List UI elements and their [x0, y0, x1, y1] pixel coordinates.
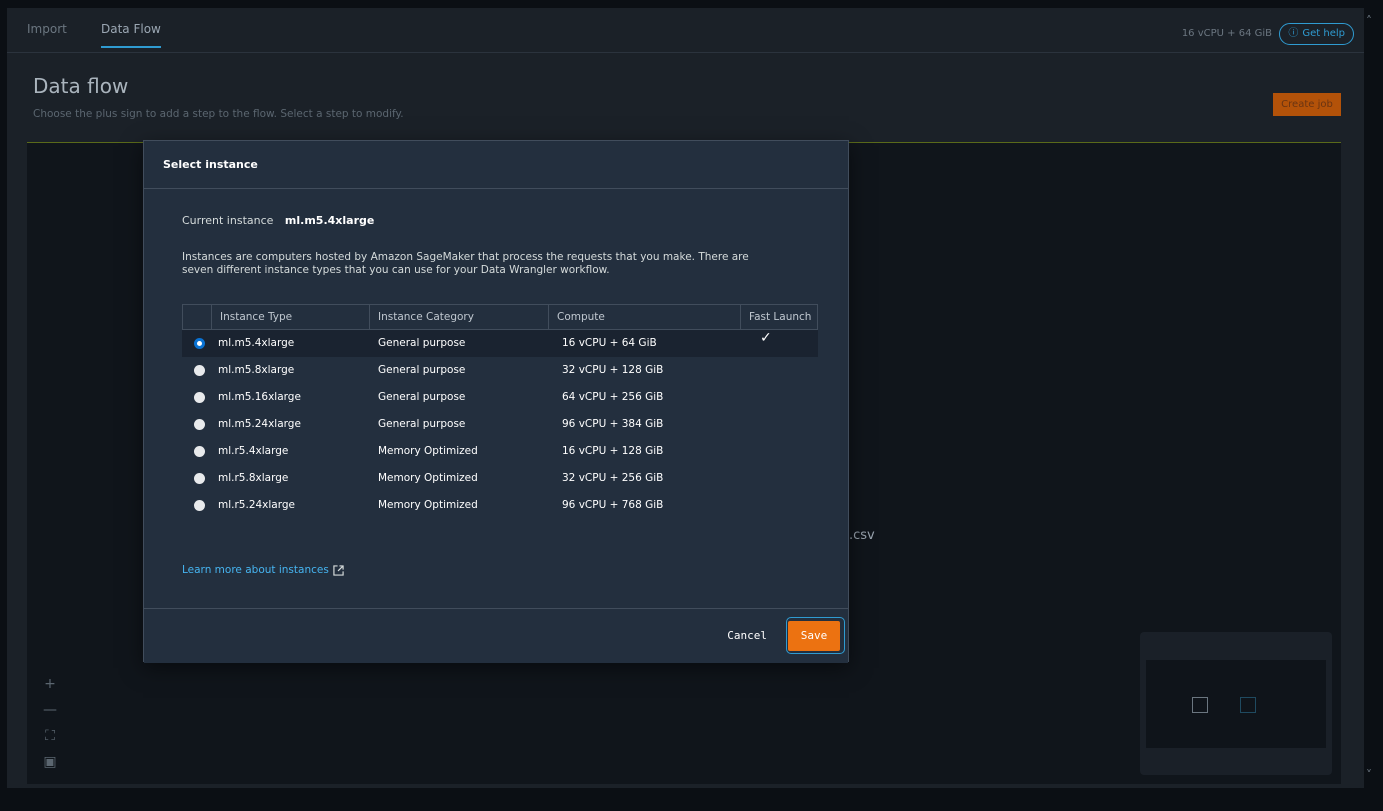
checkmark-icon: ✓: [760, 330, 772, 346]
table-row[interactable]: ml.r5.4xlarge Memory Optimized 16 vCPU +…: [182, 438, 818, 465]
fit-view-icon[interactable]: ⛶: [42, 728, 58, 744]
tab-bar: Import Data Flow 16 vCPU + 64 GiB ⓘ Get …: [7, 8, 1364, 53]
radio-button[interactable]: [194, 338, 205, 349]
instance-type: ml.r5.24xlarge: [218, 499, 296, 511]
lock-icon[interactable]: ▣: [42, 754, 58, 770]
minimap[interactable]: [1140, 632, 1332, 775]
page-title: Data flow: [33, 74, 129, 98]
radio-button[interactable]: [194, 446, 205, 457]
create-job-button[interactable]: Create job: [1273, 93, 1341, 116]
minimap-node: [1240, 697, 1256, 713]
column-header-instance-type: Instance Type: [211, 305, 370, 329]
scroll-down-icon[interactable]: ˅: [1366, 768, 1372, 782]
dialog-footer: Cancel Save: [144, 608, 848, 663]
column-header-instance-category: Instance Category: [369, 305, 548, 329]
instance-category: General purpose: [378, 337, 466, 349]
instance-compute: 32 vCPU + 128 GiB: [562, 364, 664, 376]
instance-compute: 96 vCPU + 384 GiB: [562, 418, 664, 430]
current-instance-value: ml.m5.4xlarge: [284, 214, 375, 227]
current-instance-label: Current instance: [182, 214, 274, 227]
external-link-icon: [333, 564, 344, 576]
get-help-label: Get help: [1302, 28, 1345, 39]
instance-type: ml.r5.4xlarge: [218, 445, 289, 457]
zoom-in-icon[interactable]: +: [42, 676, 58, 692]
radio-button[interactable]: [194, 500, 205, 511]
cancel-button[interactable]: Cancel: [727, 629, 767, 642]
instance-type: ml.m5.24xlarge: [218, 418, 301, 430]
column-header-compute: Compute: [548, 305, 740, 329]
learn-more-label: Learn more about instances: [182, 564, 329, 576]
radio-button[interactable]: [194, 365, 205, 376]
instance-category: General purpose: [378, 418, 466, 430]
current-instance: Current instance ml.m5.4xlarge: [182, 214, 374, 227]
radio-button[interactable]: [194, 419, 205, 430]
radio-button[interactable]: [194, 473, 205, 484]
table-row[interactable]: ml.m5.24xlarge General purpose 96 vCPU +…: [182, 411, 818, 438]
table-row[interactable]: ml.m5.4xlarge General purpose 16 vCPU + …: [182, 330, 818, 357]
select-instance-dialog: Select instance Current instance ml.m5.4…: [143, 140, 849, 663]
table-header: Instance Type Instance Category Compute …: [182, 304, 818, 330]
learn-more-link[interactable]: Learn more about instances: [182, 564, 344, 576]
instance-type: ml.m5.16xlarge: [218, 391, 301, 403]
resource-readout: 16 vCPU + 64 GiB: [1181, 28, 1272, 39]
instance-description: Instances are computers hosted by Amazon…: [182, 251, 749, 276]
instance-category: Memory Optimized: [378, 499, 478, 511]
instance-type: ml.r5.8xlarge: [218, 472, 289, 484]
help-icon: ⓘ: [1288, 28, 1299, 39]
page-subtitle: Choose the plus sign to add a step to th…: [33, 108, 404, 120]
instance-compute: 32 vCPU + 256 GiB: [562, 472, 664, 484]
table-row[interactable]: ml.r5.8xlarge Memory Optimized 32 vCPU +…: [182, 465, 818, 492]
instance-category: General purpose: [378, 364, 466, 376]
instance-type: ml.m5.8xlarge: [218, 364, 295, 376]
minimap-viewport: [1146, 660, 1326, 748]
table-row[interactable]: ml.r5.24xlarge Memory Optimized 96 vCPU …: [182, 492, 818, 519]
minimap-node: [1192, 697, 1208, 713]
instance-table: Instance Type Instance Category Compute …: [182, 304, 818, 519]
scroll-up-icon[interactable]: ˄: [1366, 14, 1372, 28]
instance-category: General purpose: [378, 391, 466, 403]
column-header-fast-launch: Fast Launch: [740, 305, 818, 329]
instance-compute: 96 vCPU + 768 GiB: [562, 499, 664, 511]
get-help-button[interactable]: ⓘ Get help: [1279, 23, 1354, 45]
canvas-node-label: .csv: [849, 528, 875, 543]
instance-compute: 64 vCPU + 256 GiB: [562, 391, 664, 403]
radio-button[interactable]: [194, 392, 205, 403]
instance-category: Memory Optimized: [378, 445, 478, 457]
table-row[interactable]: ml.m5.16xlarge General purpose 64 vCPU +…: [182, 384, 818, 411]
table-row[interactable]: ml.m5.8xlarge General purpose 32 vCPU + …: [182, 357, 818, 384]
dialog-title: Select instance: [163, 158, 258, 171]
tab-data-flow[interactable]: Data Flow: [101, 22, 161, 48]
save-button[interactable]: Save: [788, 621, 840, 651]
instance-category: Memory Optimized: [378, 472, 478, 484]
instance-type: ml.m5.4xlarge: [218, 337, 295, 349]
instance-compute: 16 vCPU + 128 GiB: [562, 445, 664, 457]
zoom-out-icon[interactable]: —: [42, 702, 58, 718]
dialog-header: Select instance: [144, 141, 848, 189]
instance-compute: 16 vCPU + 64 GiB: [562, 337, 657, 349]
tab-import[interactable]: Import: [27, 22, 67, 36]
